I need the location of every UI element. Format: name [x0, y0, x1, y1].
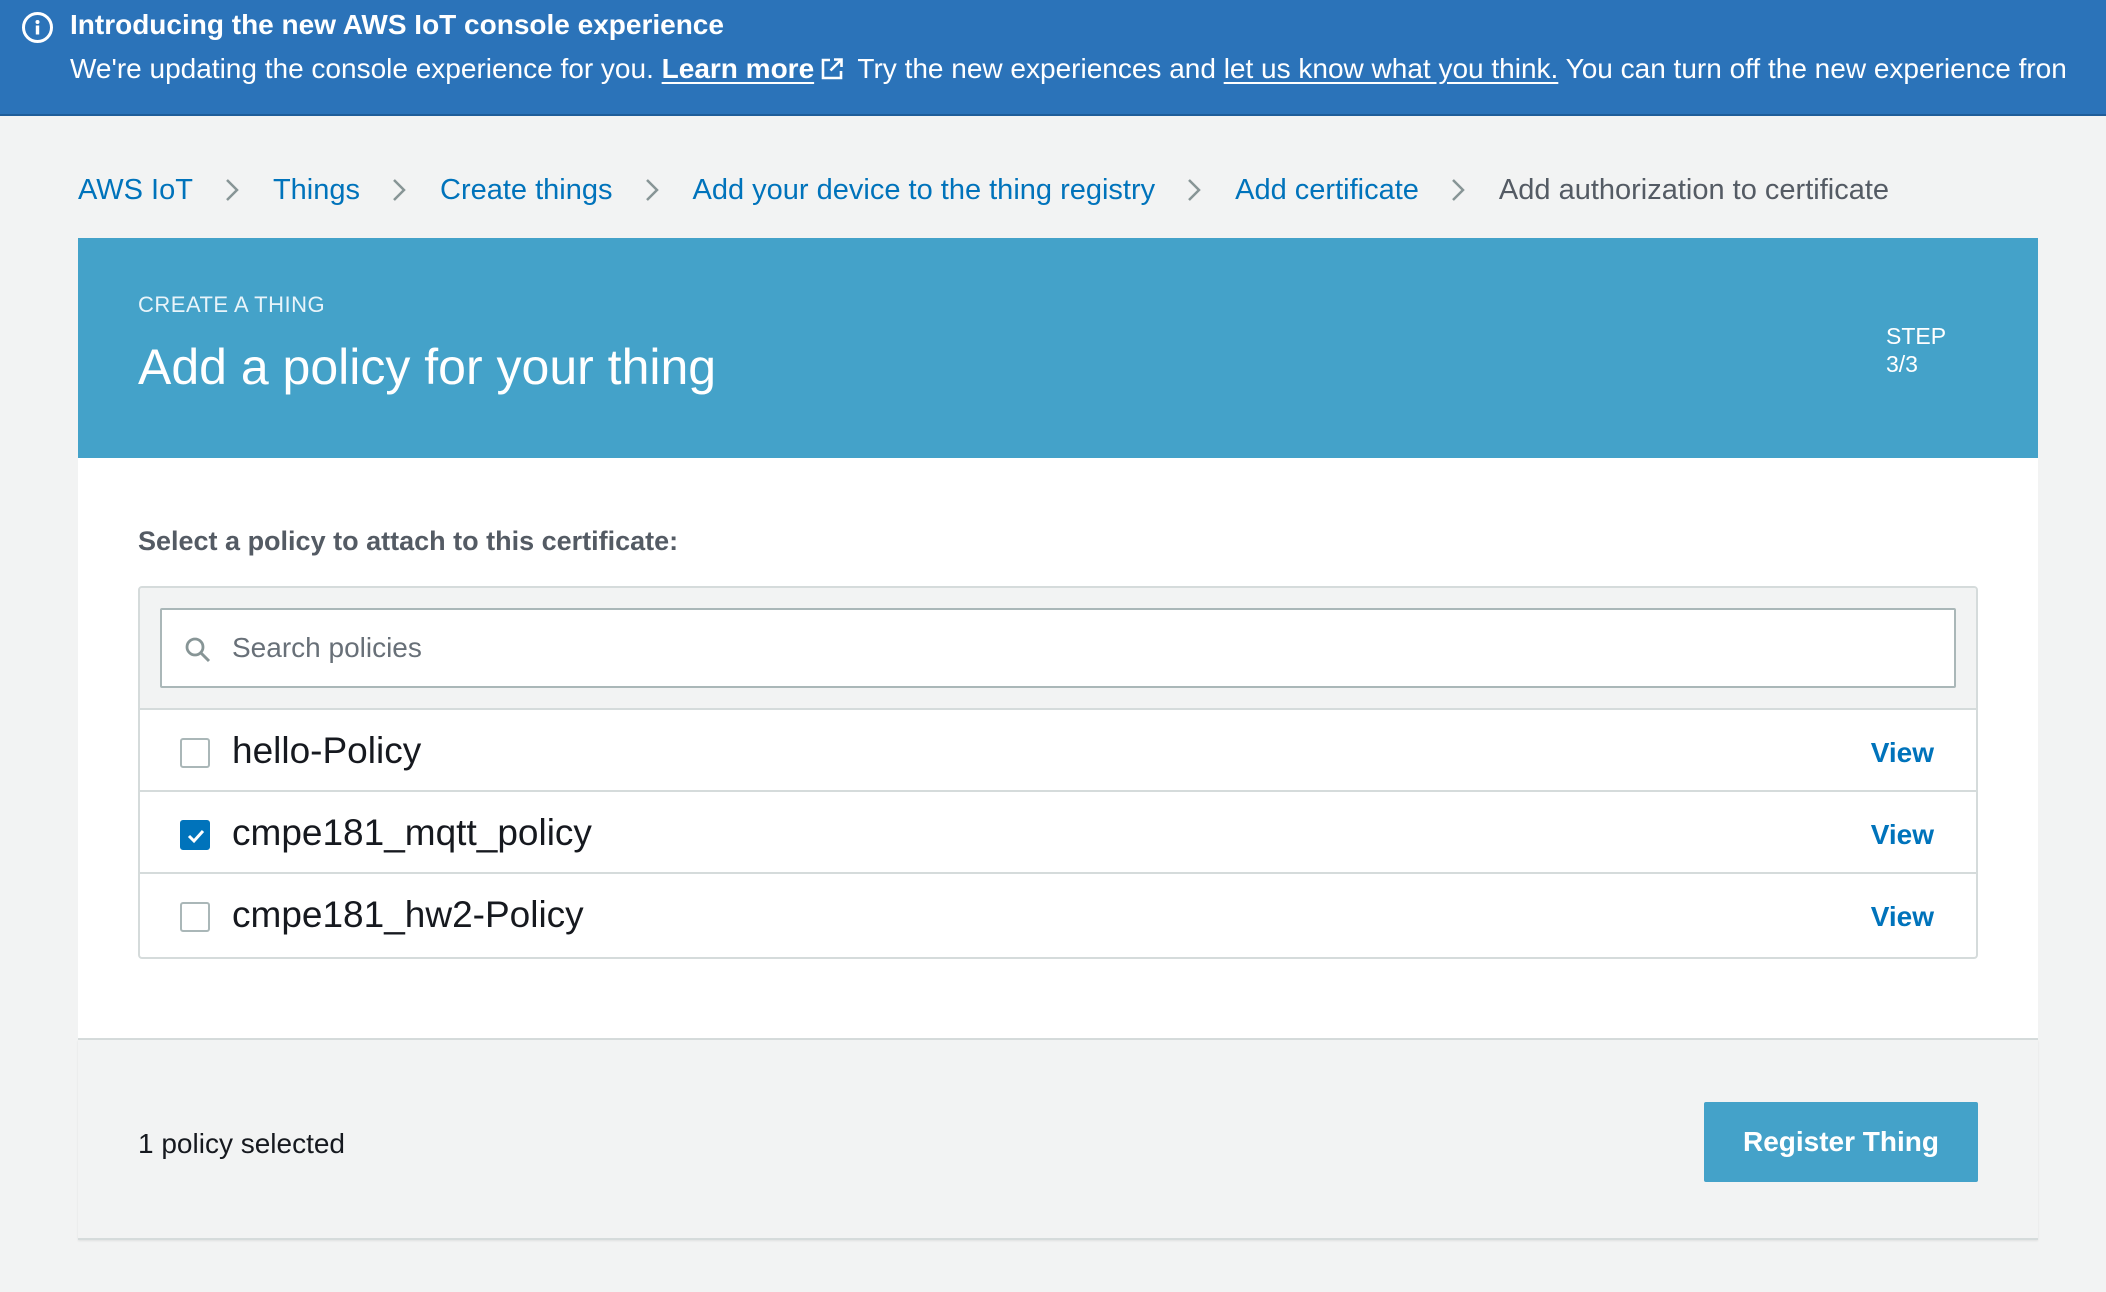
- breadcrumb: AWS IoT Things Create things Add your de…: [78, 170, 1889, 210]
- chevron-right-icon: [1188, 179, 1201, 201]
- checkmark-icon: [187, 829, 205, 844]
- chevron-right-icon: [226, 179, 239, 201]
- search-field: [160, 608, 1956, 688]
- view-policy-link[interactable]: View: [1871, 901, 1934, 933]
- page-title: Add a policy for your thing: [138, 339, 717, 395]
- chevron-right-icon: [645, 179, 659, 201]
- chevron-right-icon: [1452, 179, 1465, 201]
- wizard-header: CREATE A THING Add a policy for your thi…: [78, 238, 2038, 458]
- breadcrumb-aws-iot[interactable]: AWS IoT: [78, 174, 193, 207]
- header-kicker: CREATE A THING: [138, 292, 326, 317]
- banner-text-after: You can turn off the new experience fron: [1558, 53, 2067, 84]
- policy-name: hello-Policy: [232, 730, 422, 771]
- policy-checkbox[interactable]: [180, 738, 210, 768]
- policy-checkbox[interactable]: [180, 820, 210, 850]
- banner-text-middle: Try the new experiences and: [850, 53, 1224, 84]
- step-label: STEP: [1886, 323, 1947, 349]
- breadcrumb-things[interactable]: Things: [273, 174, 360, 207]
- feedback-link[interactable]: let us know what you think.: [1224, 53, 1559, 84]
- banner-text-before: We're updating the console experience fo…: [70, 53, 662, 84]
- search-icon: [185, 637, 211, 663]
- policy-selection-panel: Select a policy to attach to this certif…: [78, 458, 2038, 1040]
- policy-row[interactable]: cmpe181_hw2-Policy View: [140, 874, 1976, 956]
- banner-text: We're updating the console experience fo…: [70, 53, 2067, 85]
- policy-name: cmpe181_mqtt_policy: [232, 812, 592, 853]
- breadcrumb-create-things[interactable]: Create things: [440, 174, 613, 207]
- policy-list: hello-Policy View cmpe181_mqtt_policy Vi…: [138, 586, 1978, 959]
- policy-name: cmpe181_hw2-Policy: [232, 894, 584, 935]
- page: Introducing the new AWS IoT console expe…: [0, 0, 2106, 1292]
- selected-count: 1 policy selected: [138, 1128, 346, 1159]
- view-policy-link[interactable]: View: [1871, 737, 1934, 769]
- search-input[interactable]: [232, 610, 1932, 686]
- policy-checkbox[interactable]: [180, 902, 210, 932]
- breadcrumb-add-certificate[interactable]: Add certificate: [1235, 174, 1419, 207]
- learn-more-link[interactable]: Learn more: [662, 53, 815, 84]
- info-circle-icon: [22, 12, 53, 43]
- view-policy-link[interactable]: View: [1871, 819, 1934, 851]
- announcement-banner: Introducing the new AWS IoT console expe…: [0, 0, 2106, 116]
- search-area: [140, 588, 1976, 710]
- chevron-right-icon: [393, 179, 406, 201]
- wizard-footer: 1 policy selected Register Thing: [78, 1040, 2038, 1240]
- external-link-icon: [821, 58, 843, 80]
- breadcrumb-add-device[interactable]: Add your device to the thing registry: [693, 174, 1156, 207]
- banner-title: Introducing the new AWS IoT console expe…: [70, 9, 724, 40]
- section-label: Select a policy to attach to this certif…: [138, 526, 679, 556]
- breadcrumb-current: Add authorization to certificate: [1498, 173, 1890, 206]
- policy-row[interactable]: cmpe181_mqtt_policy View: [140, 792, 1976, 874]
- step-indicator: 3/3: [1886, 351, 1918, 377]
- policy-row[interactable]: hello-Policy View: [140, 710, 1976, 792]
- register-thing-button[interactable]: Register Thing: [1704, 1102, 1978, 1182]
